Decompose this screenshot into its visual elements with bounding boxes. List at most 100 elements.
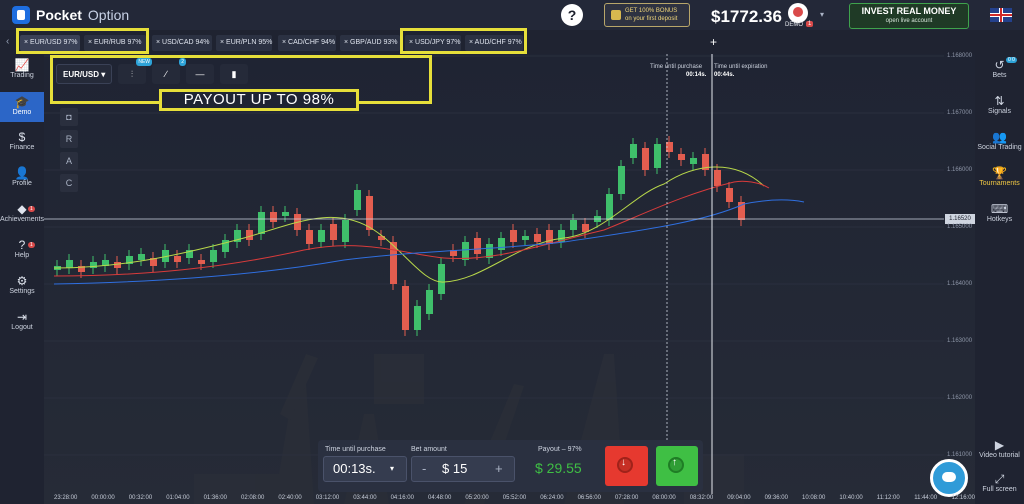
sidebar-item-profile[interactable]: 👤 Profile <box>0 166 44 187</box>
sidebar-label: Trading <box>10 72 34 79</box>
invest-line2: open live account <box>885 18 933 24</box>
candle-body <box>306 230 313 244</box>
sidebar-item-logout[interactable]: ⇥ Logout <box>0 310 44 331</box>
candle-body <box>462 242 469 260</box>
candle-body <box>726 188 733 202</box>
sidebar-label: Social Trading <box>977 144 1022 151</box>
candle-body <box>114 262 121 268</box>
expiration-timer-label: Time until expiration <box>714 64 768 70</box>
y-tick-label: 1.166000 <box>947 167 973 173</box>
trophy-icon: 🏆 <box>992 166 1007 180</box>
sidebar-item-demo[interactable]: 🎓 Demo <box>0 92 44 122</box>
diamond-icon: ◆ <box>17 202 27 216</box>
x-tick-label: 08:00:00 <box>652 495 676 501</box>
y-tick-label: 1.168000 <box>947 53 973 59</box>
price-chart[interactable] <box>44 54 975 504</box>
sidebar-item-signals[interactable]: ⇅ Signals <box>975 94 1024 115</box>
bonus-line1: GET 100% BONUS <box>625 8 678 14</box>
sidebar-item-trading[interactable]: 📈 Trading <box>0 58 44 79</box>
x-tick-label: 06:56:00 <box>577 495 601 501</box>
tab-label: USD/CAD 94% <box>162 39 210 46</box>
chevron-down-icon[interactable]: ▾ <box>820 10 824 19</box>
purchase-timer-value: 00:14s. <box>686 72 707 78</box>
buy-up-button[interactable]: ↑ <box>656 446 698 486</box>
tab-gbp-aud[interactable]: × GBP/AUD 93% <box>340 35 400 51</box>
help-badge: 1 <box>28 242 35 248</box>
account-type: DEMO <box>785 22 803 28</box>
sell-down-button[interactable]: ↓ <box>605 446 648 486</box>
chevron-down-icon[interactable]: ▾ <box>390 464 394 473</box>
y-tick-label: 1.167000 <box>947 110 973 116</box>
chart-line-icon: 📈 <box>14 58 30 72</box>
left-sidebar: 📈 Trading 🎓 Demo $ Finance 👤 Profile ◆ Achiev… <box>0 54 44 504</box>
brand-name-thin: Option <box>87 7 130 23</box>
tab-cad-chf[interactable]: × CAD/CHF 94% <box>278 35 336 51</box>
sidebar-item-achievements[interactable]: ◆ Achievements <box>0 202 44 223</box>
help-icon: ? <box>18 238 26 252</box>
avatar[interactable] <box>788 3 808 23</box>
sidebar-item-help[interactable]: ? Help <box>0 238 44 259</box>
sidebar-item-full-screen[interactable]: ⤢ Full screen <box>975 472 1024 493</box>
tab-label: GBP/AUD 93% <box>350 39 398 46</box>
sidebar-item-finance[interactable]: $ Finance <box>0 130 44 151</box>
tab-usd-cad[interactable]: × USD/CAD 94% <box>152 35 212 51</box>
sidebar-label: Bets <box>992 72 1007 79</box>
candlestick-chart[interactable] <box>44 54 975 504</box>
sidebar-item-settings[interactable]: ⚙ Settings <box>0 274 44 295</box>
sidebar-label: Signals <box>988 108 1011 115</box>
x-tick-label: 03:12:00 <box>315 495 340 501</box>
brand-logo[interactable]: Pocket Option <box>12 5 129 25</box>
add-tab-icon[interactable]: + <box>710 35 717 49</box>
candle-body <box>138 254 145 260</box>
sidebar-label: Tournaments <box>979 180 1020 187</box>
invest-line1: INVEST REAL MONEY <box>861 6 957 16</box>
notification-badge: 1 <box>806 21 814 27</box>
chevron-left-icon[interactable]: ‹ <box>6 36 9 47</box>
payout-callout: PAYOUT UP TO 98% <box>159 89 359 111</box>
right-sidebar: ↺ Bets 0 0 ⇅ Signals 👥 Social Trading 🏆 Tour… <box>975 54 1024 504</box>
y-tick-label: 1.164000 <box>947 281 973 287</box>
dollar-icon: $ <box>18 130 26 144</box>
x-tick-label: 05:52:00 <box>502 495 527 501</box>
x-tick-label: 10:08:00 <box>802 495 826 501</box>
amount-value[interactable]: $ 15 <box>442 461 467 476</box>
candle-body <box>654 144 661 168</box>
candle-body <box>498 238 505 250</box>
invest-real-money-button[interactable]: INVEST REAL MONEY open live account <box>849 3 969 29</box>
help-button[interactable]: ? <box>561 4 583 26</box>
camera-icon[interactable]: ◘ <box>60 108 78 126</box>
top-bar: Pocket Option ? GET 100% BONUS on your fir… <box>0 0 1024 30</box>
candle-body <box>174 256 181 262</box>
uk-flag-icon[interactable] <box>990 8 1012 22</box>
bonus-banner[interactable]: GET 100% BONUS on your first deposit <box>604 3 690 27</box>
x-tick-label: 06:24:00 <box>540 495 564 501</box>
gear-icon: ⚙ <box>16 274 28 288</box>
button-c[interactable]: C <box>60 174 78 192</box>
candle-body <box>714 170 721 186</box>
x-tick-label: 02:40:00 <box>278 495 302 501</box>
amount-plus-button[interactable]: + <box>495 461 503 476</box>
x-tick-label: 03:44:00 <box>353 495 377 501</box>
candle-body <box>678 154 685 160</box>
sidebar-item-tournaments[interactable]: 🏆 Tournaments <box>975 166 1024 187</box>
sidebar-item-social-trading[interactable]: 👥 Social Trading <box>975 130 1024 151</box>
brand-name-bold: Pocket <box>36 7 82 23</box>
sidebar-label: Demo <box>12 109 32 116</box>
candle-body <box>270 212 277 222</box>
chat-support-button[interactable] <box>930 459 968 497</box>
x-tick-label: 01:36:00 <box>203 495 227 501</box>
button-r[interactable]: R <box>60 130 78 148</box>
sidebar-label: Video tutorial <box>979 452 1020 459</box>
sidebar-item-video-tutorial[interactable]: ▶ Video tutorial <box>975 438 1024 459</box>
tab-eur-pln[interactable]: × EUR/PLN 95% <box>216 35 272 51</box>
amount-minus-button[interactable]: - <box>422 461 426 476</box>
balance[interactable]: $1772.36 <box>711 7 782 27</box>
candle-body <box>402 286 409 330</box>
x-tick-label: 12:16:00 <box>951 495 975 501</box>
logo-icon <box>12 6 30 24</box>
button-a[interactable]: A <box>60 152 78 170</box>
sidebar-item-hotkeys[interactable]: ⌨ Hotkeys <box>975 202 1024 223</box>
candle-body <box>318 230 325 242</box>
candle-body <box>330 224 337 240</box>
x-tick-label: 00:32:00 <box>128 495 153 501</box>
